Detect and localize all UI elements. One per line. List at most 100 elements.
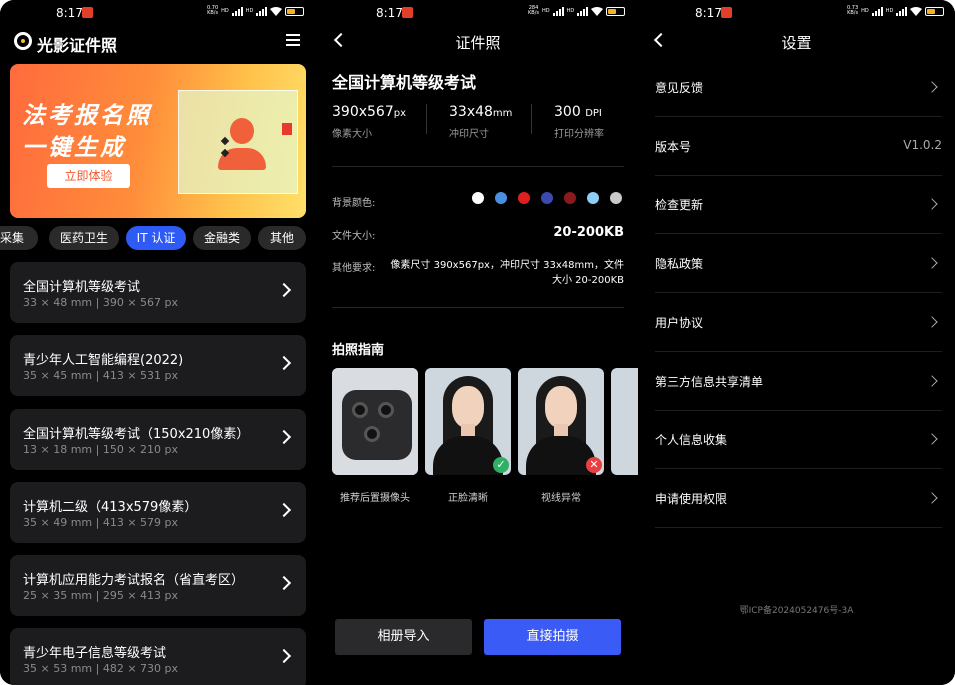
- list-item[interactable]: 青少年电子信息等级考试 35 × 53 mm | 482 × 730 px: [10, 628, 306, 685]
- settings-item-privacy[interactable]: 隐私政策: [655, 235, 942, 293]
- guide-next-partial: [611, 368, 638, 475]
- tab-it-cert[interactable]: IT 认证: [126, 226, 186, 250]
- bg-color-gray[interactable]: [610, 192, 622, 204]
- settings-item-label: 隐私政策: [655, 257, 704, 271]
- bg-color-label: 背景颜色:: [332, 198, 376, 209]
- banner-subheadline: 一键生成: [22, 135, 126, 161]
- item-title: 计算机应用能力考试报名（省直考区）: [23, 573, 245, 588]
- banner-headline: 法考报名照: [22, 103, 152, 129]
- status-icons: 0.73 KB/s HD HD: [847, 6, 945, 16]
- status-bar: 8:17 0.73 KB/s HD HD: [638, 0, 955, 26]
- menu-icon[interactable]: [286, 34, 300, 46]
- bg-color-red[interactable]: [518, 192, 530, 204]
- guide-label: 推荐后置摄像头: [340, 493, 410, 504]
- signal-icon: [552, 6, 564, 16]
- chevron-right-icon: [276, 355, 292, 371]
- hd-icon: HD: [861, 8, 869, 14]
- other-req-label: 其他要求:: [332, 263, 376, 274]
- battery-icon: [606, 6, 626, 16]
- item-size: 35 × 49 mm | 413 × 579 px: [23, 516, 179, 529]
- divider: [332, 166, 624, 167]
- try-now-button[interactable]: 立即体验: [47, 164, 130, 188]
- file-size-value: 20-200KB: [553, 225, 624, 240]
- spec-title: 全国计算机等级考试: [332, 73, 477, 92]
- settings-item-feedback[interactable]: 意见反馈: [655, 59, 942, 117]
- signal-icon: [231, 6, 243, 16]
- divider: [531, 104, 532, 134]
- settings-item-third-party[interactable]: 第三方信息共享清单: [655, 353, 942, 411]
- hd-icon: HD: [221, 8, 229, 14]
- chevron-right-icon: [276, 648, 292, 664]
- item-title: 青少年人工智能编程(2022): [23, 353, 184, 368]
- item-title: 计算机二级（413x579像素）: [23, 500, 198, 515]
- other-req-text: 像素尺寸 390x567px，冲印尺寸 33x48mm，文件大小 20-200K…: [390, 260, 624, 286]
- page-title: 证件照: [455, 34, 501, 52]
- guide-label: 正脸清晰: [448, 493, 488, 504]
- notification-icon: [82, 7, 93, 18]
- signal-icon: [577, 6, 589, 16]
- item-title: 全国计算机等级考试: [23, 280, 141, 295]
- settings-item-version: 版本号 V1.0.2: [655, 118, 942, 176]
- bg-color-dark-blue[interactable]: [541, 192, 553, 204]
- page-title: 设置: [781, 34, 812, 52]
- bg-color-white[interactable]: [472, 192, 484, 204]
- wifi-icon: [591, 6, 604, 16]
- settings-item-user-agreement[interactable]: 用户协议: [655, 294, 942, 352]
- chevron-right-icon: [926, 316, 938, 328]
- bg-color-blue[interactable]: [495, 192, 507, 204]
- take-photo-button[interactable]: 直接拍摄: [484, 619, 621, 655]
- bg-color-dark-red[interactable]: [564, 192, 576, 204]
- bg-color-light-blue[interactable]: [587, 192, 599, 204]
- hd-icon: HD: [542, 8, 550, 14]
- list-item[interactable]: 全国计算机等级考试 33 × 48 mm | 390 × 567 px: [10, 262, 306, 323]
- settings-item-label: 意见反馈: [655, 81, 704, 95]
- list-item[interactable]: 青少年人工智能编程(2022) 35 × 45 mm | 413 × 531 p…: [10, 335, 306, 396]
- status-icons: 0.70 KB/s HD HD: [207, 6, 305, 16]
- chevron-right-icon: [926, 375, 938, 387]
- tab-medical[interactable]: 医药卫生: [49, 226, 119, 250]
- list-item[interactable]: 计算机应用能力考试报名（省直考区） 25 × 35 mm | 295 × 413…: [10, 555, 306, 616]
- tab-collect[interactable]: 采集: [0, 226, 38, 250]
- hd-icon: HD: [566, 8, 575, 14]
- guide-rear-camera: [332, 368, 418, 475]
- nav-bar: 证件照: [318, 28, 638, 56]
- home-screen: 8:17 0.70 KB/s HD HD 光影证件照 法考报名照 一键生成 立即体…: [0, 0, 318, 685]
- dpi-spec: 300 DPI 打印分辨率: [554, 104, 604, 140]
- settings-screen: 8:17 0.73KB/s HD HD 设置 意见反馈 版本号 V1.0.2: [638, 0, 955, 685]
- list-item[interactable]: 计算机二级（413x579像素） 35 × 49 mm | 413 × 579 …: [10, 482, 306, 543]
- check-icon: ✓: [493, 457, 509, 473]
- pixel-size-spec: 390x567px 像素大小: [332, 104, 406, 140]
- phone-screens: 8:17 0.70 KB/s HD HD 光影证件照 法考报名照 一键生成 立即体…: [0, 0, 955, 685]
- chevron-right-icon: [926, 81, 938, 93]
- nav-bar: 设置: [638, 28, 955, 56]
- settings-item-label: 个人信息收集: [655, 433, 728, 447]
- chevron-right-icon: [926, 257, 938, 269]
- status-time: 8:17: [695, 6, 722, 20]
- item-size: 33 × 48 mm | 390 × 567 px: [23, 296, 179, 309]
- promo-banner[interactable]: 法考报名照 一键生成 立即体验: [10, 64, 306, 218]
- settings-item-label: 检查更新: [655, 198, 704, 212]
- app-title: 光影证件照: [37, 36, 118, 55]
- phone-camera-icon: [342, 390, 412, 460]
- tab-other[interactable]: 其他: [258, 226, 306, 250]
- settings-item-label: 用户协议: [655, 316, 704, 330]
- import-album-button[interactable]: 相册导入: [335, 619, 472, 655]
- item-size: 35 × 53 mm | 482 × 730 px: [23, 662, 179, 675]
- list-item[interactable]: 全国计算机等级考试（150x210像素） 13 × 18 mm | 150 × …: [10, 409, 306, 470]
- settings-item-personal-info[interactable]: 个人信息收集: [655, 411, 942, 469]
- settings-item-label: 第三方信息共享清单: [655, 375, 764, 389]
- category-tabs: 采集 医药卫生 IT 认证 金融类 其他: [0, 226, 318, 252]
- signal-icon: [871, 6, 883, 16]
- settings-item-check-update[interactable]: 检查更新: [655, 176, 942, 234]
- tab-finance[interactable]: 金融类: [193, 226, 251, 250]
- settings-item-permissions[interactable]: 申请使用权限: [655, 470, 942, 528]
- hd-icon: HD: [245, 8, 254, 14]
- signal-icon: [256, 6, 268, 16]
- signal-icon: [896, 6, 908, 16]
- app-logo-icon: [14, 32, 32, 50]
- notification-icon: [721, 7, 732, 18]
- chevron-right-icon: [276, 429, 292, 445]
- chevron-right-icon: [926, 198, 938, 210]
- status-bar: 8:17 284 KB/s HD HD: [318, 0, 638, 26]
- chevron-right-icon: [276, 502, 292, 518]
